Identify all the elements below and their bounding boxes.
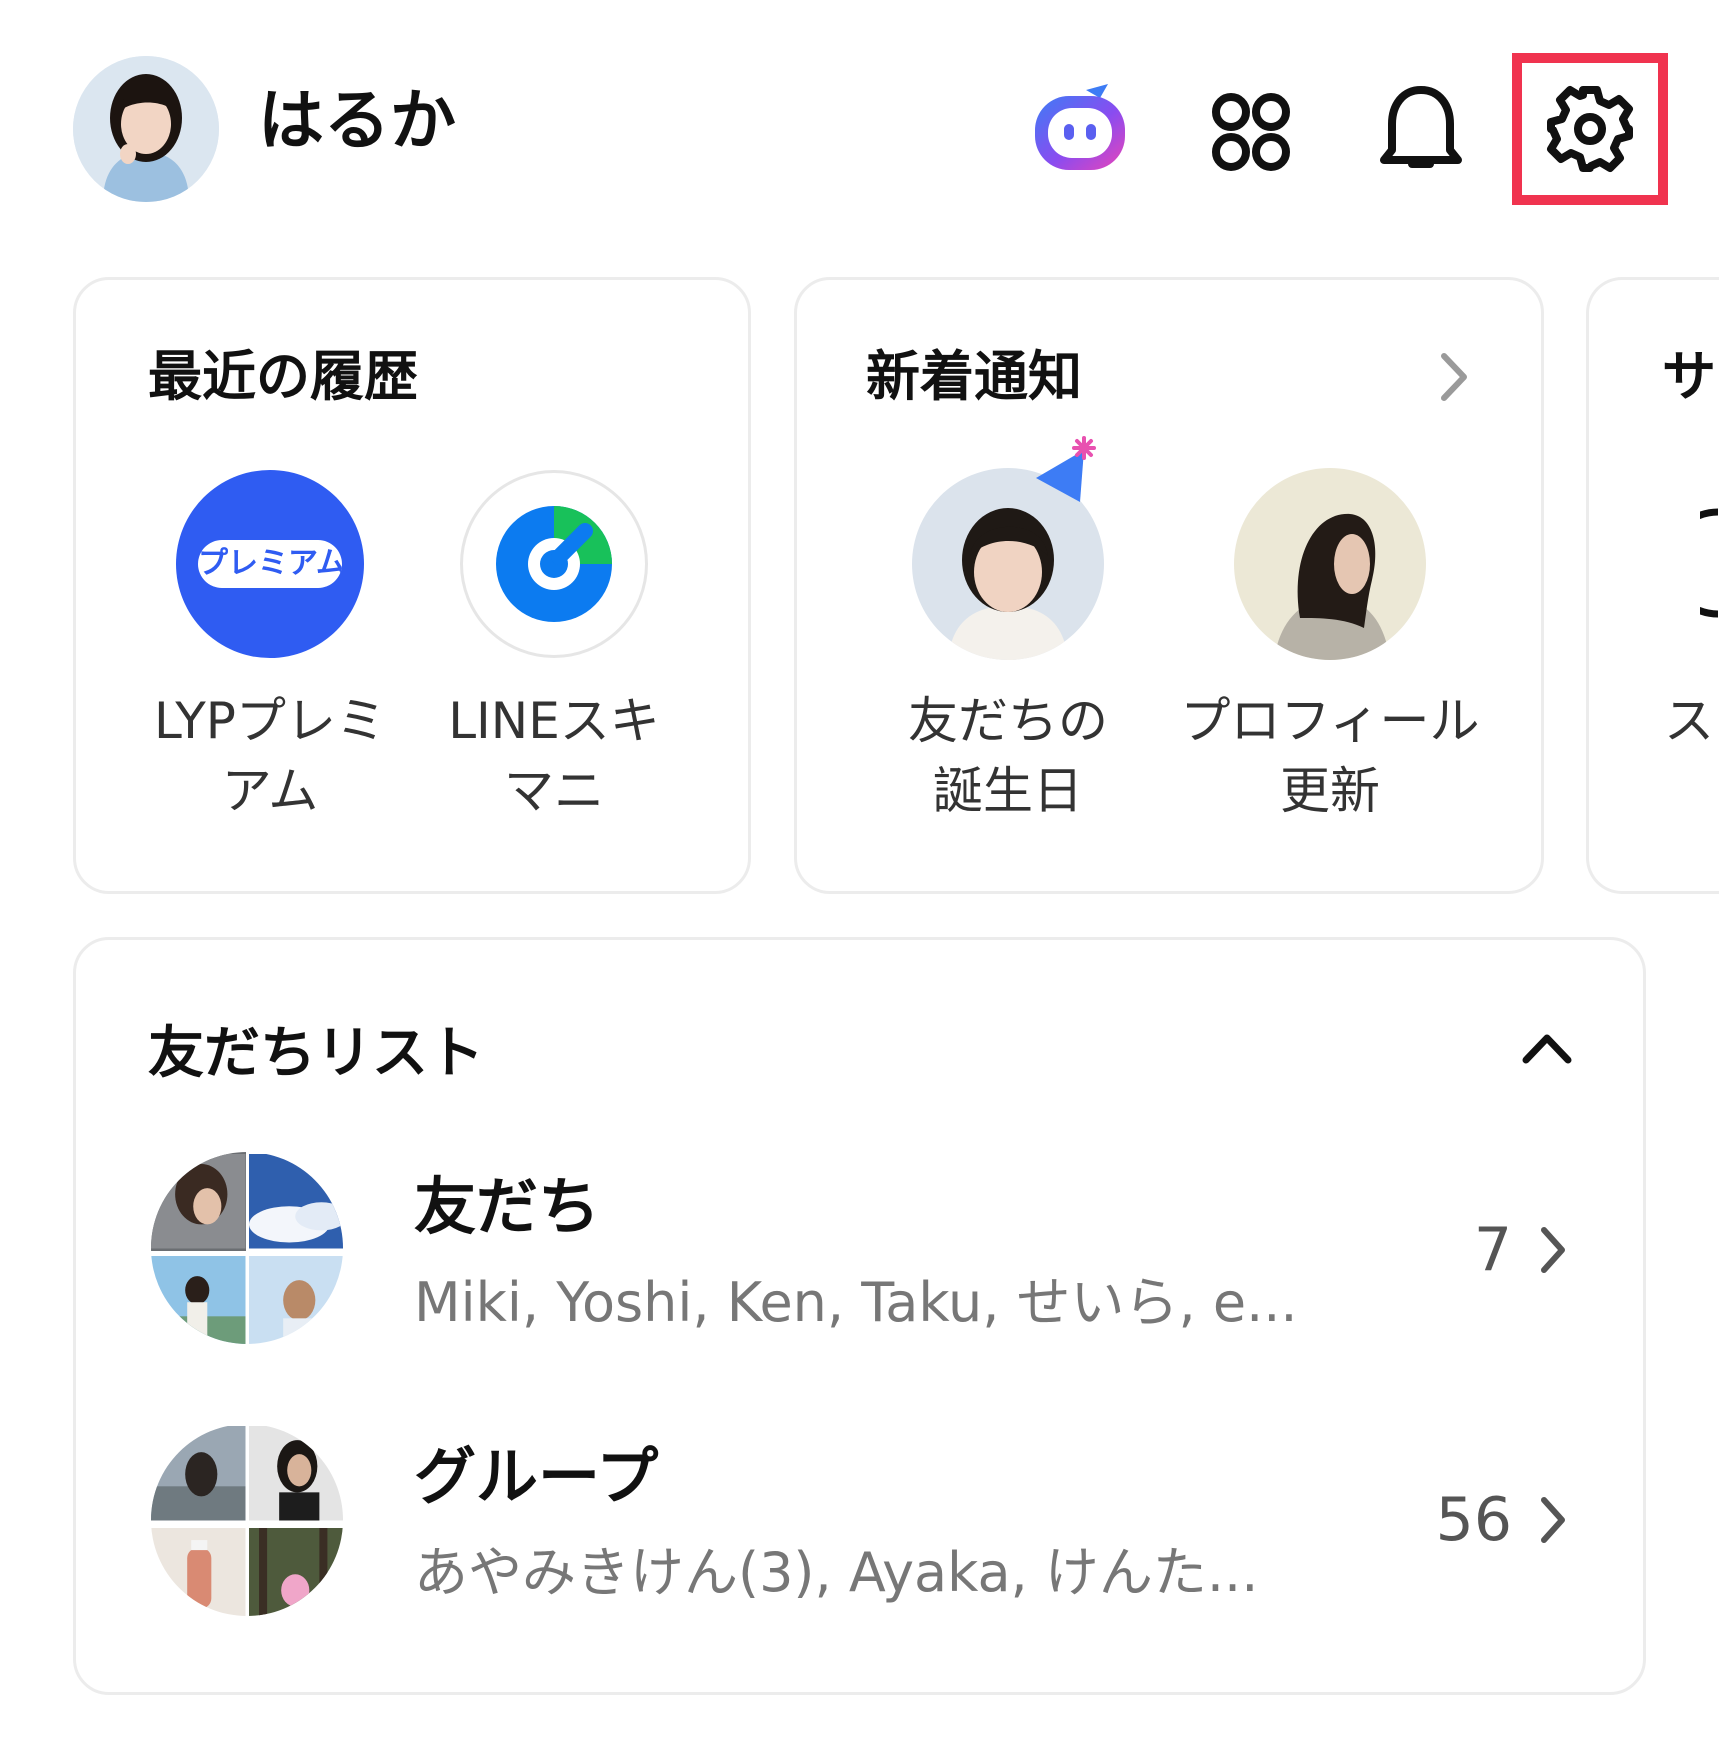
lyp-premium-app-icon[interactable]: プレミアム [176, 470, 364, 658]
notification-item-label[interactable]: 友だちの 誕生日 [870, 686, 1146, 826]
premium-badge: プレミアム [198, 540, 342, 588]
notification-item-label-line1: 友だちの [908, 692, 1108, 750]
gear-icon[interactable] [1545, 84, 1635, 174]
chevron-right-icon [1538, 1224, 1568, 1276]
chevron-right-icon[interactable] [1436, 350, 1472, 404]
profile-username[interactable]: はるか [258, 88, 456, 154]
ai-assistant-icon[interactable] [1030, 82, 1130, 178]
recent-item-label[interactable]: LYPプレミ アム [130, 686, 410, 826]
apps-grid-icon[interactable] [1211, 92, 1291, 172]
third-card-icon [1663, 508, 1719, 618]
groups-row-count: 56 [1435, 1485, 1512, 1555]
notification-item-label-line2: 更新 [1280, 762, 1380, 820]
friends-row-subtitle: Miki, Yoshi, Ken, Taku, せいら, e... [414, 1271, 1298, 1334]
recent-item-label[interactable]: LINEスキ マニ [412, 686, 696, 826]
friend-list-title: 友だちリスト [148, 1021, 484, 1086]
friends-row-title: 友だち [414, 1170, 601, 1243]
new-notifications-title: 新着通知 [866, 345, 1082, 408]
chevron-up-icon[interactable] [1520, 1030, 1574, 1066]
groups-row-subtitle: あやみきけん(3), Ayaka, けんた... [414, 1541, 1259, 1604]
recent-item-label-line2: マニ [504, 762, 604, 820]
recent-item-label-line2: アム [221, 762, 319, 820]
chevron-right-icon [1538, 1494, 1568, 1546]
groups-row-title: グループ [414, 1440, 659, 1513]
third-card-item-label: ス [1664, 692, 1714, 750]
profile-update-avatar[interactable] [1234, 468, 1426, 660]
notification-item-label-line1: プロフィール [1180, 692, 1480, 750]
profile-avatar[interactable] [73, 56, 219, 202]
friends-collage-avatar [151, 1152, 343, 1344]
line-sukimani-app-icon[interactable] [460, 470, 648, 658]
friends-row-count: 7 [1473, 1215, 1512, 1285]
notification-item-label[interactable]: プロフィール 更新 [1170, 686, 1490, 826]
notification-item-label-line2: 誕生日 [933, 762, 1083, 820]
recent-item-label-line1: LINEスキ [448, 692, 660, 750]
groups-collage-avatar [151, 1424, 343, 1616]
recent-history-title: 最近の履歴 [148, 345, 418, 408]
bell-icon[interactable] [1378, 84, 1464, 176]
party-hat-icon [1032, 436, 1102, 504]
recent-item-label-line1: LYPプレミ [154, 692, 386, 750]
third-card-title: サ [1662, 345, 1716, 408]
